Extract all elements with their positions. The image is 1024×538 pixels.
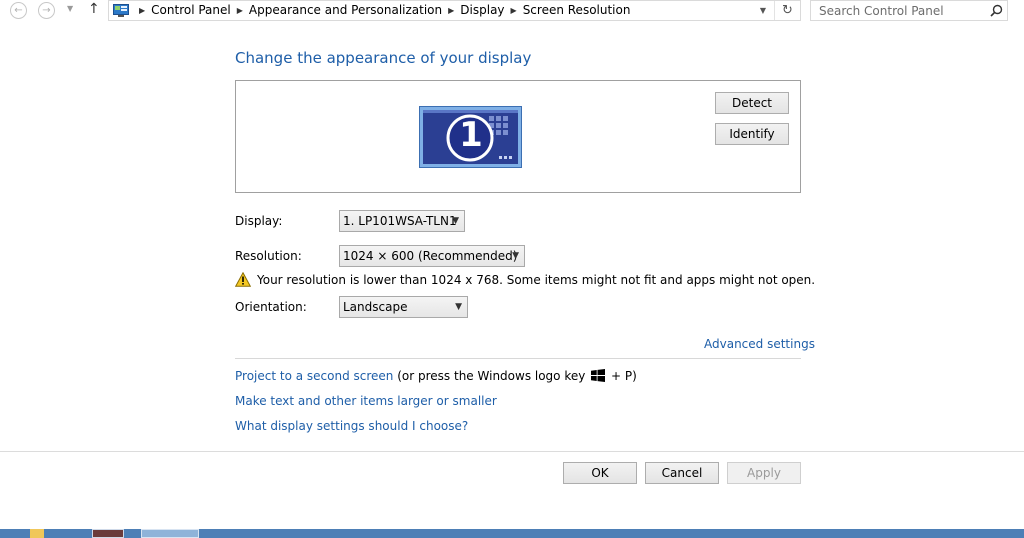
back-arrow-icon[interactable]: ← — [10, 2, 27, 19]
display-label: Display: — [235, 214, 283, 228]
divider — [235, 358, 801, 359]
breadcrumb-appearance[interactable]: Appearance and Personalization — [249, 3, 442, 17]
apply-button[interactable]: Apply — [727, 462, 801, 484]
orientation-label: Orientation: — [235, 300, 307, 314]
breadcrumb: ▶ Control Panel ▶ Appearance and Personaliz… — [133, 3, 630, 18]
active-taskbar-app-icon[interactable] — [141, 529, 199, 538]
monitor-arrangement-panel: 1 Detect Identify — [235, 80, 801, 193]
up-arrow-icon[interactable]: ↑ — [88, 1, 100, 17]
resolution-label: Resolution: — [235, 249, 302, 263]
search-box[interactable] — [810, 0, 1008, 21]
display-settings-help-link[interactable]: What display settings should I choose? — [235, 419, 468, 433]
file-explorer-taskbar-icon[interactable] — [30, 529, 44, 538]
resolution-select-value: 1024 × 600 (Recommended) — [343, 249, 518, 263]
breadcrumb-display[interactable]: Display — [460, 3, 504, 17]
chevron-down-icon: ▼ — [512, 251, 519, 261]
orientation-select-value: Landscape — [343, 300, 408, 314]
resolution-select[interactable]: 1024 × 600 (Recommended) ▼ — [339, 245, 525, 267]
breadcrumb-screen-resolution[interactable]: Screen Resolution — [523, 3, 631, 17]
address-field[interactable]: ▶ Control Panel ▶ Appearance and Personaliz… — [108, 0, 801, 21]
detect-button[interactable]: Detect — [715, 92, 789, 114]
chevron-down-icon: ▼ — [455, 302, 462, 312]
taskbar — [0, 529, 1024, 538]
chevron-down-icon: ▼ — [452, 216, 459, 226]
control-panel-icon — [113, 4, 129, 17]
breadcrumb-separator-icon[interactable]: ▶ — [237, 3, 243, 18]
taskbar-app-icon[interactable] — [92, 529, 124, 538]
advanced-settings-link[interactable]: Advanced settings — [704, 337, 815, 351]
refresh-icon[interactable]: ↻ — [774, 1, 800, 20]
cancel-button[interactable]: Cancel — [645, 462, 719, 484]
page-title: Change the appearance of your display — [235, 49, 532, 67]
identify-button[interactable]: Identify — [715, 123, 789, 145]
warning-text: Your resolution is lower than 1024 x 768… — [257, 273, 816, 287]
monitor-number: 1 — [459, 115, 483, 155]
ok-button[interactable]: OK — [563, 462, 637, 484]
address-history-chevron-icon[interactable]: ▼ — [756, 1, 770, 20]
footer-divider — [0, 451, 1024, 452]
breadcrumb-separator-icon[interactable]: ▶ — [448, 3, 454, 18]
recent-locations-chevron-icon[interactable]: ▼ — [67, 4, 73, 13]
project-second-screen-link[interactable]: Project to a second screen — [235, 369, 393, 383]
display-select[interactable]: 1. LP101WSA-TLN1 ▼ — [339, 210, 465, 232]
make-text-larger-link[interactable]: Make text and other items larger or smal… — [235, 394, 497, 408]
windows-logo-icon — [591, 369, 606, 382]
breadcrumb-separator-icon: ▶ — [139, 6, 146, 15]
search-input[interactable] — [811, 1, 981, 20]
project-hint-text: (or press the Windows logo key — [397, 369, 586, 383]
breadcrumb-separator-icon[interactable]: ▶ — [511, 3, 517, 18]
breadcrumb-control-panel[interactable]: Control Panel — [151, 3, 231, 17]
forward-arrow-icon[interactable]: → — [38, 2, 55, 19]
orientation-select[interactable]: Landscape ▼ — [339, 296, 468, 318]
search-icon[interactable] — [990, 4, 1003, 17]
project-row: Project to a second screen (or press the… — [235, 369, 637, 383]
address-bar-row: ← → ▼ ↑ ▶ Control Panel ▶ Appearance and Pe… — [0, 0, 1024, 22]
project-hint-suffix: + P) — [611, 369, 637, 383]
display-select-value: 1. LP101WSA-TLN1 — [343, 214, 457, 228]
warning-icon — [235, 272, 251, 287]
